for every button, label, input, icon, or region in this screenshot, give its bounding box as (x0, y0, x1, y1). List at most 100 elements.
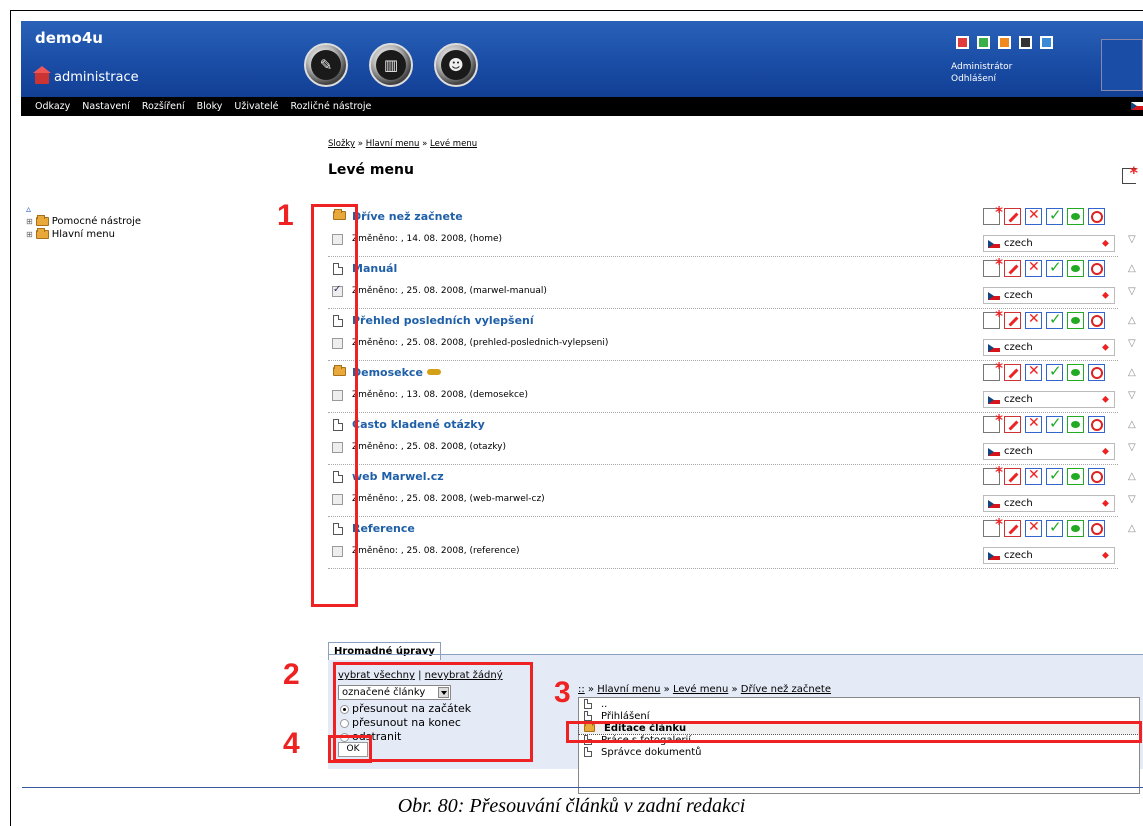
preview-icon[interactable] (1067, 520, 1084, 537)
search-icon[interactable] (1088, 520, 1105, 537)
preview-icon[interactable] (1067, 312, 1084, 329)
edit-icon[interactable] (1004, 312, 1021, 329)
target-root-link[interactable]: :: (578, 684, 585, 695)
delete-icon[interactable] (1025, 415, 1042, 433)
publish-icon[interactable] (1046, 362, 1063, 381)
new-subarticle-icon[interactable] (983, 411, 1003, 433)
new-subarticle-icon[interactable] (983, 359, 1003, 381)
article-title[interactable]: Demosekce (352, 366, 441, 379)
move-up-icon[interactable]: △ (1128, 367, 1136, 378)
theme-color-swatch[interactable] (1019, 36, 1032, 49)
menu-item-bloky[interactable]: Bloky (197, 101, 223, 112)
move-down-icon[interactable]: ▽ (1128, 234, 1136, 245)
edit-icon[interactable] (1004, 364, 1021, 381)
preview-icon[interactable] (1067, 260, 1084, 277)
search-icon[interactable] (1088, 468, 1105, 485)
theme-color-swatch[interactable] (977, 36, 990, 49)
move-up-icon[interactable]: △ (1128, 523, 1136, 534)
menu-item-nastroje[interactable]: Rozličné nástroje (290, 101, 371, 112)
language-select[interactable]: czech ⬥ (983, 339, 1115, 356)
article-title[interactable]: Reference (352, 522, 415, 535)
move-down-icon[interactable]: ▽ (1128, 494, 1136, 505)
statistics-module-button[interactable]: ▥ (369, 43, 413, 87)
menu-item-nastaveni[interactable]: Nastavení (82, 101, 130, 112)
expand-plus-icon[interactable]: ⊞ (26, 230, 33, 239)
new-subarticle-icon[interactable] (983, 515, 1003, 537)
new-article-icon[interactable] (1122, 163, 1138, 184)
collapse-up-icon[interactable]: ▵ (26, 205, 141, 215)
move-down-icon[interactable]: ▽ (1128, 390, 1136, 401)
target-path-link[interactable]: Levé menu (673, 684, 728, 695)
theme-color-swatch[interactable] (998, 36, 1011, 49)
tree-item[interactable]: ⊞ Hlavní menu (26, 228, 141, 241)
publish-icon[interactable] (1046, 466, 1063, 485)
search-icon[interactable] (1088, 416, 1105, 433)
move-down-icon[interactable]: ▽ (1128, 338, 1136, 349)
article-title[interactable]: Často kladené otázky (352, 418, 485, 431)
site-title[interactable]: demo4u (35, 29, 103, 47)
move-down-icon[interactable]: ▽ (1128, 286, 1136, 297)
menu-item-odkazy[interactable]: Odkazy (35, 101, 70, 112)
delete-icon[interactable] (1025, 207, 1042, 225)
article-title[interactable]: web Marwel.cz (352, 470, 444, 483)
edit-icon[interactable] (1004, 468, 1021, 485)
move-up-icon[interactable]: △ (1128, 471, 1136, 482)
publish-icon[interactable] (1046, 414, 1063, 433)
language-select[interactable]: czech ⬥ (983, 547, 1115, 564)
admin-link[interactable]: administrace (33, 65, 139, 85)
language-select[interactable]: czech ⬥ (983, 495, 1115, 512)
new-subarticle-icon[interactable] (983, 255, 1003, 277)
language-select[interactable]: czech ⬥ (983, 443, 1115, 460)
delete-icon[interactable] (1025, 259, 1042, 277)
new-subarticle-icon[interactable] (983, 307, 1003, 329)
publish-icon[interactable] (1046, 518, 1063, 537)
breadcrumb-link[interactable]: Hlavní menu (366, 139, 420, 149)
search-icon[interactable] (1088, 312, 1105, 329)
move-up-icon[interactable]: △ (1128, 315, 1136, 326)
delete-icon[interactable] (1025, 519, 1042, 537)
theme-color-swatch[interactable] (1040, 36, 1053, 49)
menu-item-uzivatele[interactable]: Uživatelé (234, 101, 278, 112)
czech-flag-icon[interactable] (1131, 102, 1143, 110)
edit-icon[interactable] (1004, 416, 1021, 433)
edit-icon[interactable] (1004, 208, 1021, 225)
edit-icon[interactable] (1004, 260, 1021, 277)
preview-icon[interactable] (1067, 468, 1084, 485)
bulk-tab[interactable]: Hromadné úpravy (328, 642, 441, 660)
move-up-icon[interactable]: △ (1128, 263, 1136, 274)
menu-item-rozsireni[interactable]: Rozšíření (142, 101, 185, 112)
new-subarticle-icon[interactable] (983, 203, 1003, 225)
articles-module-button[interactable]: ✎ (304, 43, 348, 87)
publish-icon[interactable] (1046, 206, 1063, 225)
users-module-button[interactable]: ☻ (434, 43, 478, 87)
new-subarticle-icon[interactable] (983, 463, 1003, 485)
search-icon[interactable] (1088, 364, 1105, 381)
search-icon[interactable] (1088, 208, 1105, 225)
delete-icon[interactable] (1025, 363, 1042, 381)
expand-plus-icon[interactable]: ⊞ (26, 217, 33, 226)
article-title[interactable]: Dříve než začnete (352, 210, 463, 223)
preview-icon[interactable] (1067, 364, 1084, 381)
breadcrumb-link[interactable]: Složky (328, 139, 355, 149)
logout-link[interactable]: Odhlášení (951, 73, 1012, 85)
target-path-link[interactable]: Dříve než začnete (741, 684, 831, 695)
search-icon[interactable] (1088, 260, 1105, 277)
delete-icon[interactable] (1025, 311, 1042, 329)
delete-icon[interactable] (1025, 467, 1042, 485)
move-down-icon[interactable]: ▽ (1128, 442, 1136, 453)
preview-icon[interactable] (1067, 208, 1084, 225)
move-up-icon[interactable]: △ (1128, 419, 1136, 430)
preview-icon[interactable] (1067, 416, 1084, 433)
publish-icon[interactable] (1046, 258, 1063, 277)
publish-icon[interactable] (1046, 310, 1063, 329)
article-title[interactable]: Manuál (352, 262, 397, 275)
language-select[interactable]: czech ⬥ (983, 287, 1115, 304)
article-title[interactable]: Přehled posledních vylepšení (352, 314, 534, 327)
theme-color-swatch[interactable] (956, 36, 969, 49)
language-select[interactable]: czech ⬥ (983, 235, 1115, 252)
target-path-link[interactable]: Hlavní menu (597, 684, 660, 695)
language-select[interactable]: czech ⬥ (983, 391, 1115, 408)
target-list-item[interactable]: .. (579, 698, 1139, 710)
target-list-item[interactable]: Správce dokumentů (579, 746, 1139, 758)
breadcrumb-link[interactable]: Levé menu (430, 139, 477, 149)
